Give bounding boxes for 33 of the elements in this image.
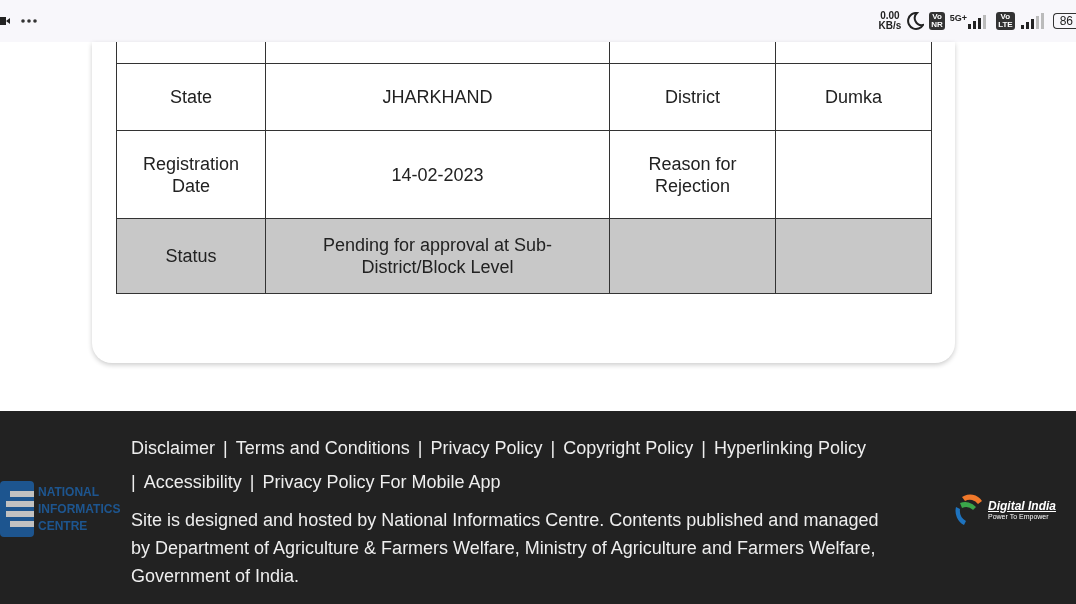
footer-link[interactable]: Privacy Policy For Mobile App [262,472,501,492]
table-cell: Status [116,218,266,294]
nic-logo: NATIONAL INFORMATICS CENTRE [0,481,121,537]
table-cell: District [609,63,776,131]
footer-link[interactable]: Accessibility [143,472,242,492]
footer-link[interactable]: Copyright Policy [563,438,694,458]
table-cell: Registration Date [116,130,266,219]
speed-unit: KB/s [878,21,902,31]
table-cell: Dumka [775,63,932,131]
moon-icon [906,12,925,30]
table-cell: Pending for approval at Sub-District/Block Level [265,218,610,294]
footer-notice: Site is designed and hosted by National Informatics Centre. Contents published and managed by Department of Agriculture & Farmers Welfare, Ministry of Agriculture and Farmers Welfare, Government of India. [131,509,880,588]
separator: | [249,472,255,492]
footer-link[interactable]: Privacy Policy [430,438,543,458]
more-icon [20,18,38,24]
vonr-badge: Vo NR [929,12,945,30]
speed-value: 0.00 [880,11,900,21]
battery-level: 86 [1052,13,1076,29]
separator: | [131,472,136,492]
table-cell: JHARKHAND [265,63,610,131]
separator: | [417,438,423,458]
table-cell: State [116,63,266,131]
footer-link[interactable]: Terms and Conditions [235,438,410,458]
separator: | [701,438,706,458]
table-cell: 14-02-2023 [265,130,610,219]
table-cell: Reason for Rejection [609,130,776,219]
separator: | [550,438,556,458]
footer-link[interactable]: Hyperlinking Policy [713,438,866,458]
video-camera-icon [0,16,10,26]
separator: | [223,438,228,458]
network-type: 5G+ [949,13,968,23]
footer-link[interactable]: Disclaimer [131,438,215,458]
volte-badge: Vo LTE [996,12,1015,30]
